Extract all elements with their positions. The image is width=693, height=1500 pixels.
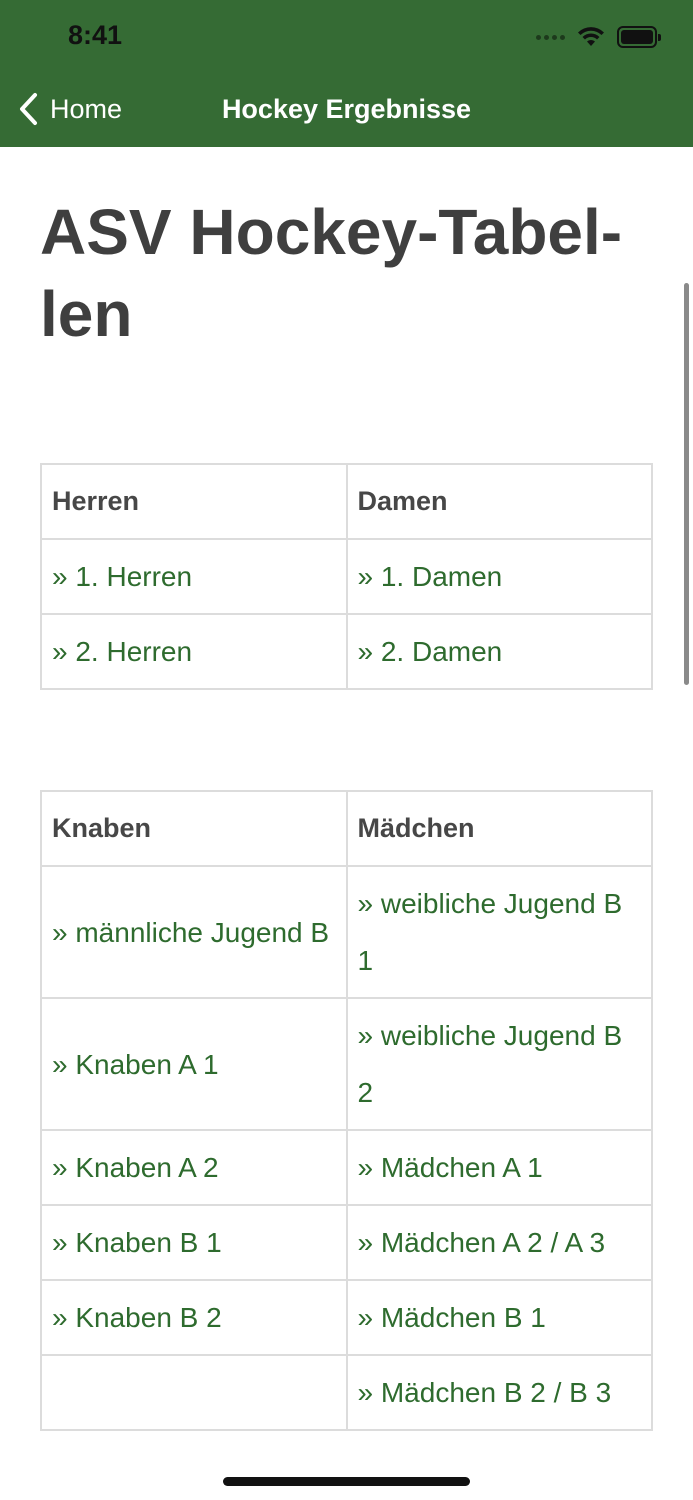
link-maedchen-b2-b3[interactable]: » Mädchen B 2 / B 3	[358, 1377, 612, 1408]
page-title: ASV Hockey-Tabel-len	[40, 196, 623, 350]
status-icons	[536, 26, 661, 48]
home-indicator[interactable]	[223, 1477, 470, 1486]
app-header: 8:41 Home Hockey Ergebnisse	[0, 0, 693, 147]
link-maedchen-a1[interactable]: » Mädchen A 1	[358, 1152, 543, 1183]
scrollbar[interactable]	[684, 283, 689, 685]
link-knaben-a1[interactable]: » Knaben A 1	[52, 1049, 219, 1080]
nav-title: Hockey Ergebnisse	[221, 94, 472, 124]
link-knaben-b2[interactable]: » Knaben B 2	[52, 1302, 222, 1333]
link-weibliche-jugend-b1[interactable]: » weibliche Jugend B 1	[358, 888, 623, 976]
header-damen: Damen	[345, 463, 653, 540]
link-knaben-b1[interactable]: » Knaben B 1	[52, 1227, 222, 1258]
link-2-damen[interactable]: » 2. Damen	[358, 636, 503, 667]
link-maedchen-b1[interactable]: » Mädchen B 1	[358, 1302, 546, 1333]
table-row: » Knaben A 1 » weibliche Jugend B 2	[40, 997, 653, 1131]
wifi-icon	[578, 27, 604, 46]
link-maennliche-jugend-b[interactable]: » männliche Jugend B	[52, 917, 329, 948]
table-row: » Knaben A 2 » Mädchen A 1	[40, 1129, 653, 1206]
link-maedchen-a2-a3[interactable]: » Mädchen A 2 / A 3	[358, 1227, 606, 1258]
table-row: » 2. Herren » 2. Damen	[40, 613, 653, 690]
empty-cell	[40, 1354, 348, 1431]
table-header-row: Herren Damen	[40, 463, 653, 540]
status-time: 8:41	[68, 20, 123, 50]
link-knaben-a2[interactable]: » Knaben A 2	[52, 1152, 219, 1183]
link-weibliche-jugend-b2[interactable]: » weibliche Jugend B 2	[358, 1020, 623, 1108]
cellular-signal-icon	[536, 34, 565, 40]
page-content: ASV Hockey-Tabel-len Herren Damen » 1. H…	[40, 147, 653, 1431]
table-row: » Knaben B 2 » Mädchen B 1	[40, 1279, 653, 1356]
table-row: » 1. Herren » 1. Damen	[40, 538, 653, 615]
header-herren: Herren	[40, 463, 348, 540]
table-herren-damen: Herren Damen » 1. Herren » 1. Damen » 2.…	[40, 463, 653, 690]
link-2-herren[interactable]: » 2. Herren	[52, 636, 192, 667]
battery-icon	[617, 26, 661, 48]
header-maedchen: Mädchen	[345, 790, 653, 867]
link-1-damen[interactable]: » 1. Damen	[358, 561, 503, 592]
table-knaben-maedchen: Knaben Mädchen » männliche Jugend B » we…	[40, 790, 653, 1431]
table-row: » Knaben B 1 » Mädchen A 2 / A 3	[40, 1204, 653, 1281]
header-knaben: Knaben	[40, 790, 348, 867]
table-row: » Mädchen B 2 / B 3	[40, 1354, 653, 1431]
link-1-herren[interactable]: » 1. Herren	[52, 561, 192, 592]
table-header-row: Knaben Mädchen	[40, 790, 653, 867]
table-row: » männliche Jugend B » weibliche Jugend …	[40, 865, 653, 999]
